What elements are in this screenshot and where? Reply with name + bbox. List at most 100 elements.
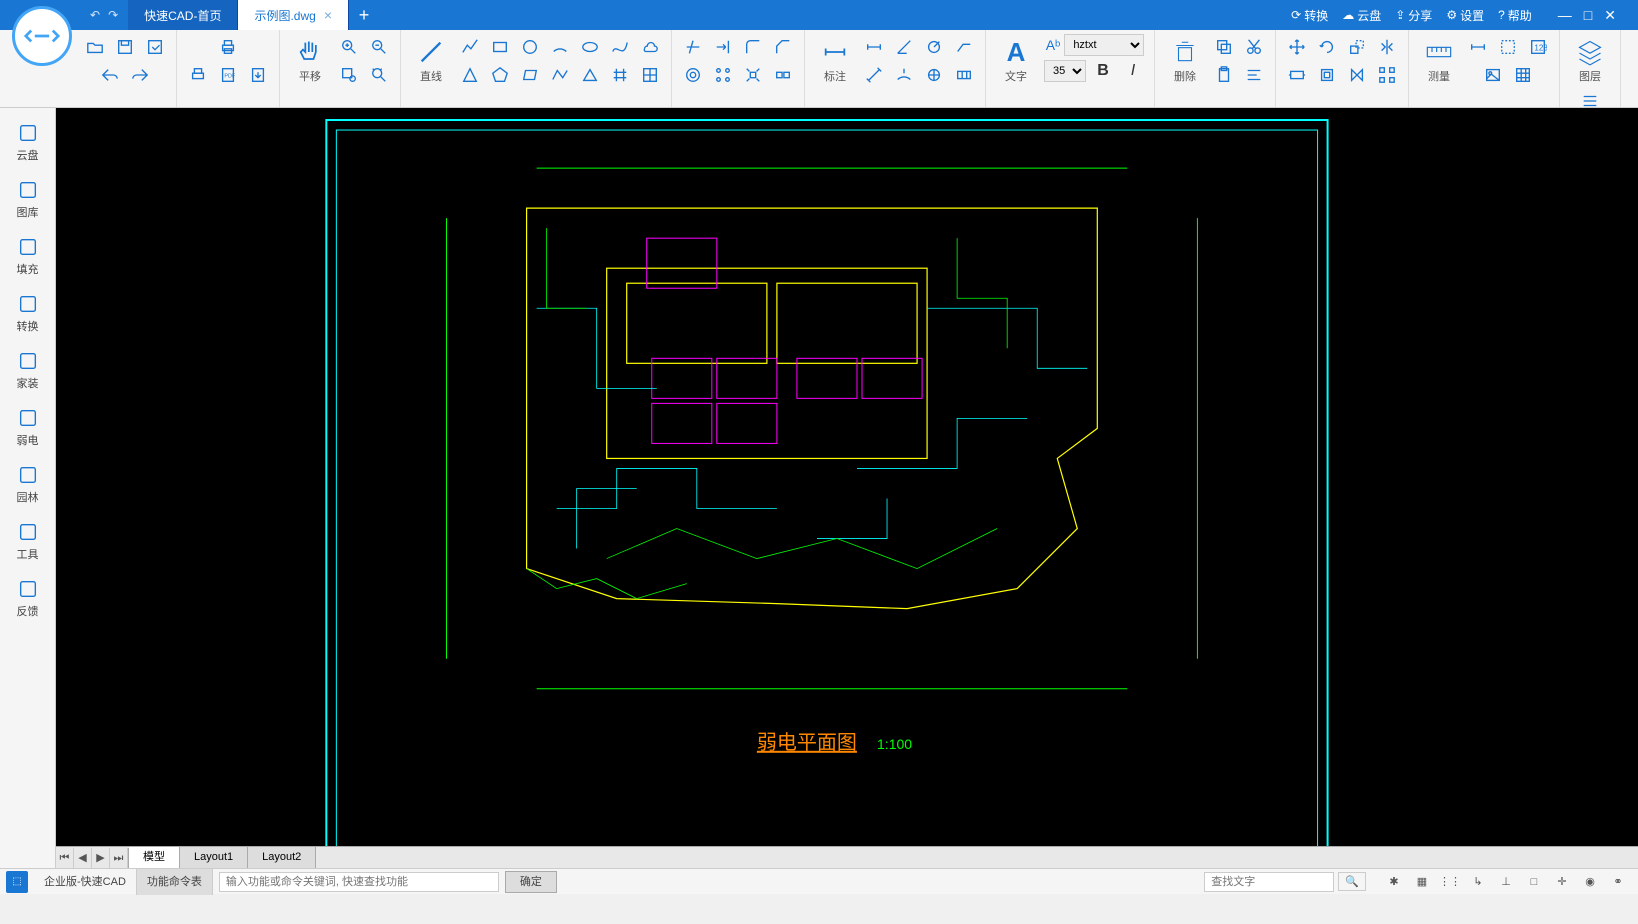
- colorwheel-icon[interactable]: ◉: [1580, 872, 1600, 892]
- close-icon[interactable]: ×: [324, 7, 332, 23]
- lp-tree-icon[interactable]: 园林: [0, 456, 55, 513]
- extend-icon[interactable]: [710, 34, 736, 60]
- triangle2-icon[interactable]: [577, 62, 603, 88]
- copy-icon[interactable]: [1211, 34, 1237, 60]
- grid-icon[interactable]: [637, 62, 663, 88]
- ellipse-icon[interactable]: [577, 34, 603, 60]
- area-icon[interactable]: [1495, 34, 1521, 60]
- settings-button[interactable]: ⚙设置: [1446, 7, 1484, 24]
- command-input[interactable]: [219, 872, 499, 892]
- dist-icon[interactable]: [1465, 34, 1491, 60]
- zoom-extent-icon[interactable]: [366, 62, 392, 88]
- table-icon[interactable]: [1510, 62, 1536, 88]
- flip-icon[interactable]: [1344, 62, 1370, 88]
- lp-fill-icon[interactable]: 填充: [0, 228, 55, 285]
- dim-radius-icon[interactable]: [921, 34, 947, 60]
- zoom-out-icon[interactable]: [366, 34, 392, 60]
- link-icon[interactable]: ⚭: [1608, 872, 1628, 892]
- last-layout-icon[interactable]: ⏭: [110, 848, 128, 868]
- bold-icon[interactable]: B: [1090, 58, 1116, 84]
- layout-tab-model[interactable]: 模型: [129, 847, 180, 868]
- color-tool[interactable]: 颜色: [1629, 34, 1638, 88]
- fillet-icon[interactable]: [740, 34, 766, 60]
- dim-ord-icon[interactable]: [921, 62, 947, 88]
- explode-icon[interactable]: [740, 62, 766, 88]
- block-icon[interactable]: [1314, 62, 1340, 88]
- lp-feedback-icon[interactable]: 反馈: [0, 570, 55, 627]
- parallelogram-icon[interactable]: [517, 62, 543, 88]
- mirror-icon[interactable]: [1374, 34, 1400, 60]
- hash-icon[interactable]: [607, 62, 633, 88]
- func-table-button[interactable]: 功能命令表: [137, 869, 213, 895]
- measure-tool[interactable]: 测量: [1417, 34, 1461, 88]
- delete-tool[interactable]: 删除: [1163, 34, 1207, 88]
- dim-cont-icon[interactable]: [951, 62, 977, 88]
- grid2-icon[interactable]: ⋮⋮: [1440, 872, 1460, 892]
- perp-icon[interactable]: ⊥: [1496, 872, 1516, 892]
- lp-refresh-icon[interactable]: 转换: [0, 285, 55, 342]
- arc-icon[interactable]: [547, 34, 573, 60]
- lp-electric-icon[interactable]: 弱电: [0, 399, 55, 456]
- redo-icon[interactable]: [127, 62, 153, 88]
- nav-back-icon[interactable]: ↶: [90, 8, 100, 22]
- print-icon[interactable]: [215, 34, 241, 60]
- search-text-input[interactable]: [1204, 872, 1334, 892]
- dim-aligned-icon[interactable]: [861, 62, 887, 88]
- pentagon-icon[interactable]: [487, 62, 513, 88]
- snap-icon[interactable]: ✱: [1384, 872, 1404, 892]
- convert-button[interactable]: ⟳转换: [1291, 7, 1328, 24]
- search-icon[interactable]: 🔍: [1338, 872, 1366, 891]
- line-tool[interactable]: 直线: [409, 34, 453, 88]
- first-layout-icon[interactable]: ⏮: [56, 848, 74, 868]
- triangle-icon[interactable]: [457, 62, 483, 88]
- tab-home[interactable]: 快速CAD-首页: [128, 0, 238, 30]
- zoom-in-icon[interactable]: [336, 34, 362, 60]
- undo-icon[interactable]: [97, 62, 123, 88]
- layout-tab-1[interactable]: Layout1: [180, 847, 248, 868]
- dim-angle-icon[interactable]: [891, 34, 917, 60]
- circle-icon[interactable]: [517, 34, 543, 60]
- image-tool-icon[interactable]: [1480, 62, 1506, 88]
- help-button[interactable]: ?帮助: [1498, 7, 1532, 24]
- italic-icon[interactable]: I: [1120, 58, 1146, 84]
- rect-icon[interactable]: [487, 34, 513, 60]
- app-logo[interactable]: [12, 6, 72, 66]
- text-style-icon[interactable]: Aᵇ: [1046, 37, 1061, 53]
- polyline-icon[interactable]: [457, 34, 483, 60]
- nav-forward-icon[interactable]: ↷: [108, 8, 118, 22]
- saveas-icon[interactable]: [142, 34, 168, 60]
- lp-tool-icon[interactable]: 工具: [0, 513, 55, 570]
- join-icon[interactable]: [770, 62, 796, 88]
- scale-icon[interactable]: [1344, 34, 1370, 60]
- spline-icon[interactable]: [607, 34, 633, 60]
- grid-icon[interactable]: ▦: [1412, 872, 1432, 892]
- lp-home-icon[interactable]: 家装: [0, 342, 55, 399]
- annotate-tool[interactable]: 标注: [813, 34, 857, 88]
- cross-icon[interactable]: ✛: [1552, 872, 1572, 892]
- count-icon[interactable]: 123: [1525, 34, 1551, 60]
- export-icon[interactable]: [245, 62, 271, 88]
- dim-arc-icon[interactable]: [891, 62, 917, 88]
- open-icon[interactable]: [82, 34, 108, 60]
- confirm-button[interactable]: 确定: [505, 871, 557, 893]
- tab-example-dwg[interactable]: 示例图.dwg ×: [238, 0, 349, 30]
- array-icon[interactable]: [710, 62, 736, 88]
- close-button[interactable]: ✕: [1604, 7, 1616, 24]
- layout-tab-2[interactable]: Layout2: [248, 847, 316, 868]
- cloud-shape-icon[interactable]: [637, 34, 663, 60]
- array2-icon[interactable]: [1374, 62, 1400, 88]
- pan-tool[interactable]: 平移: [288, 34, 332, 88]
- polyline2-icon[interactable]: [547, 62, 573, 88]
- offset-icon[interactable]: [680, 62, 706, 88]
- layer-tool[interactable]: 图层: [1568, 34, 1612, 88]
- share-button[interactable]: ⇪分享: [1395, 7, 1432, 24]
- cut-icon[interactable]: [1241, 34, 1267, 60]
- dim-linear-icon[interactable]: [861, 34, 887, 60]
- cloud-button[interactable]: ☁云盘: [1342, 7, 1381, 24]
- add-tab-button[interactable]: +: [349, 0, 379, 30]
- rotate-icon[interactable]: [1314, 34, 1340, 60]
- font-select[interactable]: hztxt: [1064, 34, 1144, 56]
- stretch-icon[interactable]: [1284, 62, 1310, 88]
- drawing-canvas[interactable]: 弱电平面图 1:100 ⏮ ◀ ▶ ⏭ 模型 Layout1 Layout2: [56, 108, 1638, 868]
- chamfer-icon[interactable]: [770, 34, 796, 60]
